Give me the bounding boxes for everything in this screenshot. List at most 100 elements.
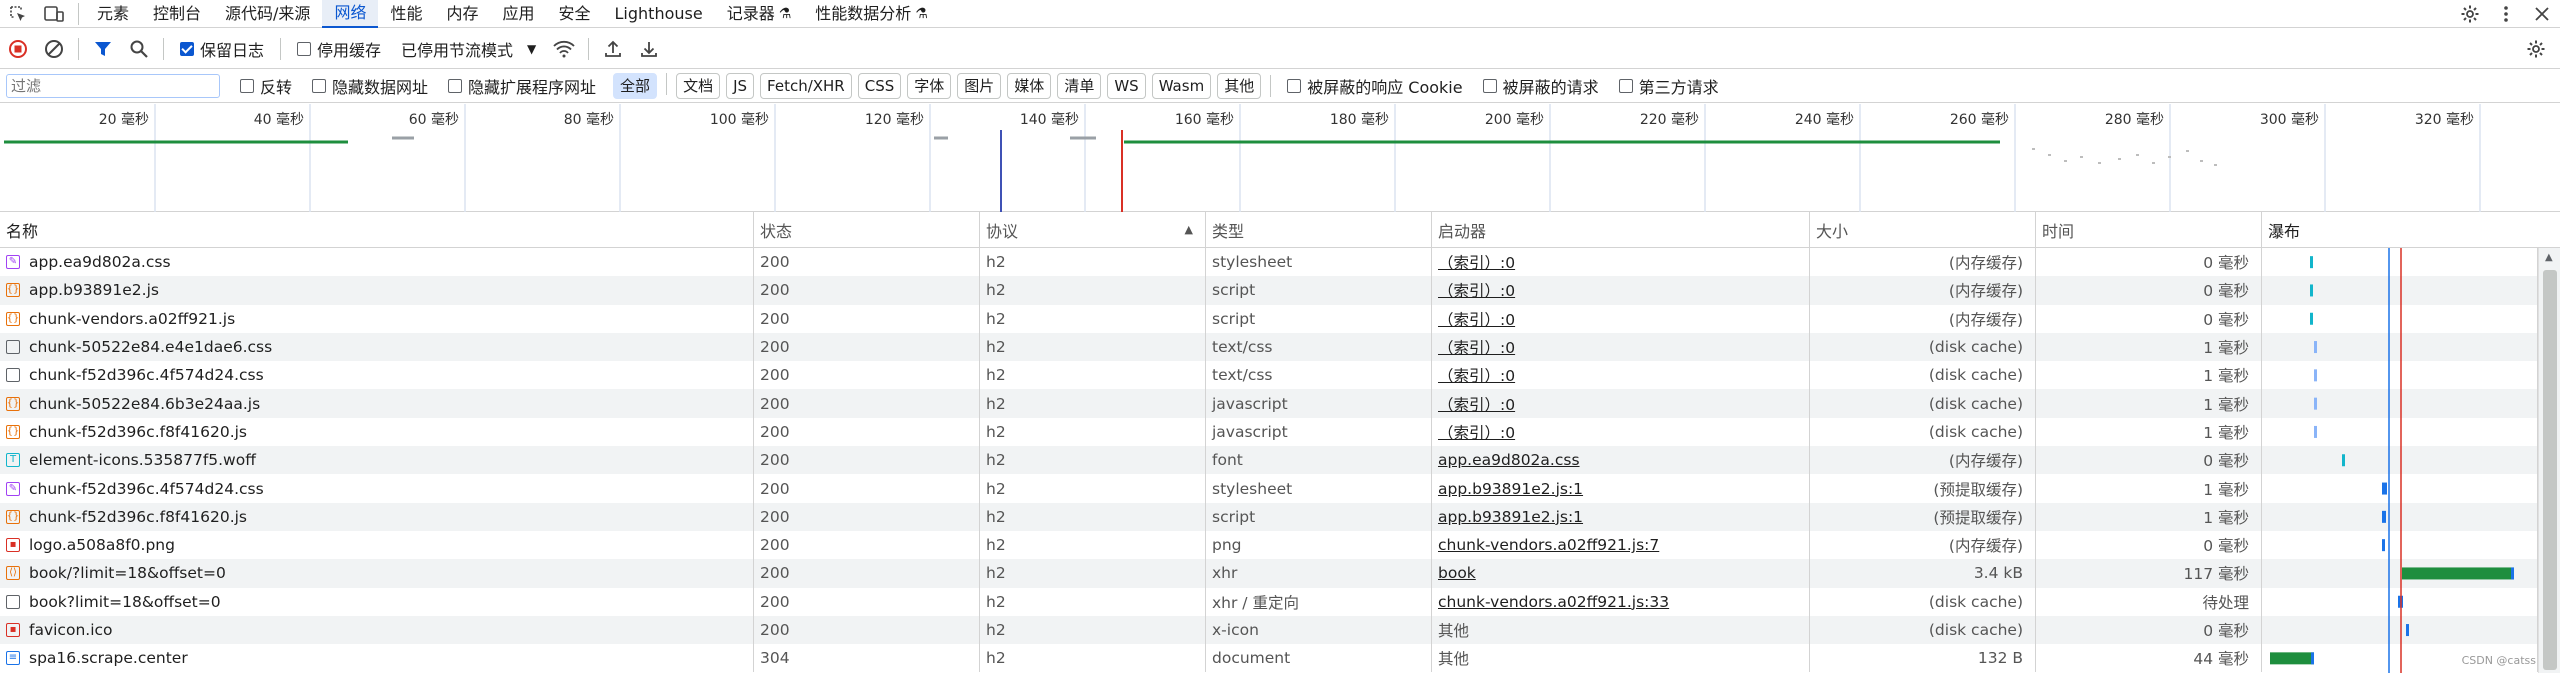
initiator-text[interactable]: book <box>1438 564 1476 582</box>
network-conditions-wifi-icon[interactable] <box>546 31 582 67</box>
type-filter-chip[interactable]: Fetch/XHR <box>760 72 852 99</box>
tab-0[interactable]: 元素 <box>85 0 141 28</box>
type-filter-chip[interactable]: 图片 <box>957 72 1002 99</box>
tab-1[interactable]: 控制台 <box>141 0 213 28</box>
cell-initiator[interactable]: app.b93891e2.js:1 <box>1432 474 1810 503</box>
cell-initiator[interactable]: （索引）:0 <box>1432 332 1810 362</box>
cell-initiator[interactable]: chunk-vendors.a02ff921.js:33 <box>1432 587 1810 616</box>
tab-6[interactable]: 应用 <box>490 0 546 28</box>
column-header-protocol[interactable]: 协议 ▲ <box>980 212 1206 247</box>
initiator-text[interactable]: app.b93891e2.js:1 <box>1438 508 1583 526</box>
column-header-initiator[interactable]: 启动器 <box>1432 212 1810 247</box>
hide-data-urls-checkbox[interactable]: 隐藏数据网址 <box>312 74 428 98</box>
tab-4[interactable]: 性能 <box>378 0 434 28</box>
type-filter-chip[interactable]: 文档 <box>676 72 721 99</box>
cell-initiator[interactable]: （索引）:0 <box>1432 361 1810 390</box>
invert-checkbox[interactable]: 反转 <box>240 74 292 98</box>
close-icon[interactable] <box>2524 0 2560 28</box>
tab-7[interactable]: 安全 <box>547 0 603 28</box>
clear-icon[interactable] <box>36 31 72 67</box>
cell-initiator[interactable]: （索引）:0 <box>1432 417 1810 447</box>
column-header-size[interactable]: 大小 <box>1810 212 2036 247</box>
table-row[interactable]: chunk-f52d396c.4f574d24.css 200 h2 text/css… <box>0 361 2538 390</box>
initiator-text[interactable]: app.b93891e2.js:1 <box>1438 480 1583 498</box>
disable-cache-checkbox[interactable]: 停用缓存 <box>297 37 381 61</box>
table-row[interactable]: ⟨⟩ book/?limit=18&offset=0 200 h2 xhr book 3.4… <box>0 559 2538 588</box>
initiator-text[interactable]: （索引）:0 <box>1438 421 1515 443</box>
initiator-text[interactable]: app.ea9d802a.css <box>1438 451 1580 469</box>
column-header-status[interactable]: 状态 <box>754 212 980 247</box>
cell-waterfall <box>2262 389 2538 418</box>
type-filter-chip[interactable]: JS <box>726 72 755 99</box>
tab-8[interactable]: Lighthouse <box>603 0 715 28</box>
table-row[interactable]: {} chunk-vendors.a02ff921.js 200 h2 script （索… <box>0 304 2538 333</box>
more-menu-icon[interactable] <box>2488 0 2524 28</box>
cell-initiator[interactable]: （索引）:0 <box>1432 276 1810 305</box>
cell-initiator[interactable]: chunk-vendors.a02ff921.js:7 <box>1432 530 1810 560</box>
cell-initiator[interactable]: （索引）:0 <box>1432 304 1810 333</box>
stop-recording-icon[interactable] <box>0 31 36 67</box>
type-filter-chip[interactable]: 字体 <box>907 72 952 99</box>
type-filter-chip[interactable]: WS <box>1107 72 1146 99</box>
cell-initiator[interactable]: book <box>1432 559 1810 588</box>
preserve-log-checkbox[interactable]: 保留日志 <box>180 37 264 61</box>
initiator-text[interactable]: （索引）:0 <box>1438 251 1515 273</box>
type-filter-chip[interactable]: 清单 <box>1057 72 1102 99</box>
blocked-cookies-checkbox[interactable]: 被屏蔽的响应 Cookie <box>1287 74 1463 98</box>
table-row[interactable]: {} chunk-f52d396c.f8f41620.js 200 h2 javascr… <box>0 417 2538 447</box>
search-icon[interactable] <box>121 31 157 67</box>
column-header-waterfall[interactable]: 瀑布 <box>2262 212 2538 247</box>
tab-3[interactable]: 网络 <box>322 0 379 28</box>
third-party-checkbox[interactable]: 第三方请求 <box>1618 74 1719 98</box>
column-header-time[interactable]: 时间 <box>2036 212 2262 247</box>
tab-2[interactable]: 源代码/来源 <box>213 0 322 28</box>
column-header-type[interactable]: 类型 <box>1206 212 1432 247</box>
type-filter-chip[interactable]: 全部 <box>613 72 658 99</box>
table-row[interactable]: {} chunk-50522e84.6b3e24aa.js 200 h2 javascr… <box>0 389 2538 418</box>
cell-initiator[interactable]: （索引）:0 <box>1432 389 1810 418</box>
cell-initiator[interactable]: （索引）:0 <box>1432 248 1810 277</box>
tab-5[interactable]: 内存 <box>434 0 490 28</box>
table-row[interactable]: book?limit=18&offset=0 200 h2 xhr / 重定向 chun… <box>0 587 2538 616</box>
initiator-text[interactable]: （索引）:0 <box>1438 364 1515 386</box>
filter-icon[interactable] <box>85 31 121 67</box>
table-row[interactable]: chunk-50522e84.e4e1dae6.css 200 h2 text/css… <box>0 332 2538 362</box>
settings-gear-icon[interactable] <box>2452 0 2488 28</box>
inspect-element-icon[interactable] <box>0 0 36 28</box>
scroll-up-arrow-icon[interactable]: ▲ <box>2545 252 2553 263</box>
import-har-upload-icon[interactable] <box>595 31 631 67</box>
device-toolbar-icon[interactable] <box>36 0 72 28</box>
table-row[interactable]: Telement-icons.535877f5.woff 200 h2 font app… <box>0 446 2538 475</box>
table-row[interactable]: ▪ logo.a508a8f0.png 200 h2 png chunk-vendors.… <box>0 530 2538 560</box>
type-filter-chip[interactable]: 媒体 <box>1007 72 1052 99</box>
table-row[interactable]: {} app.b93891e2.js 200 h2 script （索引）:0 (内存缓存)… <box>0 276 2538 305</box>
export-har-download-icon[interactable] <box>631 31 667 67</box>
timeline-overview[interactable]: 20 毫秒 40 毫秒 60 毫秒 80 毫秒 100 毫秒 120 毫秒 140 毫秒 16… <box>0 104 2560 212</box>
vertical-scrollbar[interactable]: ▲ <box>2538 248 2560 673</box>
table-row[interactable]: ▪ favicon.ico 200 h2 x-icon 其他 (disk cache) 0 毫… <box>0 615 2538 645</box>
initiator-text[interactable]: （索引）:0 <box>1438 279 1515 301</box>
filter-input[interactable] <box>6 73 220 98</box>
initiator-text[interactable]: （索引）:0 <box>1438 308 1515 330</box>
throttling-select[interactable]: 已停用节流模式 ▼ <box>401 37 536 61</box>
tab-9[interactable]: 记录器 ⚗ <box>715 0 804 28</box>
network-settings-gear-icon[interactable] <box>2518 31 2554 67</box>
table-row[interactable]: ≡ spa16.scrape.center 304 h2 document 其他 132 B… <box>0 644 2538 673</box>
tab-10[interactable]: 性能数据分析 ⚗ <box>803 0 940 28</box>
table-row[interactable]: ✎ chunk-f52d396c.4f574d24.css 200 h2 stylesh… <box>0 474 2538 503</box>
cell-initiator[interactable]: app.b93891e2.js:1 <box>1432 502 1810 531</box>
initiator-text[interactable]: chunk-vendors.a02ff921.js:33 <box>1438 593 1669 611</box>
blocked-requests-checkbox[interactable]: 被屏蔽的请求 <box>1482 74 1599 98</box>
table-row[interactable]: {} chunk-f52d396c.f8f41620.js 200 h2 script a… <box>0 502 2538 531</box>
type-filter-chip[interactable]: Wasm <box>1151 72 1212 99</box>
initiator-text[interactable]: （索引）:0 <box>1438 336 1515 358</box>
scrollbar-thumb[interactable] <box>2543 270 2557 670</box>
hide-extension-urls-checkbox[interactable]: 隐藏扩展程序网址 <box>448 74 596 98</box>
type-filter-chip[interactable]: 其他 <box>1217 72 1262 99</box>
initiator-text[interactable]: （索引）:0 <box>1438 393 1515 415</box>
type-filter-chip[interactable]: CSS <box>857 72 902 99</box>
initiator-text[interactable]: chunk-vendors.a02ff921.js:7 <box>1438 536 1659 554</box>
table-row[interactable]: ✎ app.ea9d802a.css 200 h2 stylesheet （索引）:0 (内… <box>0 248 2538 277</box>
cell-initiator[interactable]: app.ea9d802a.css <box>1432 446 1810 475</box>
column-header-name[interactable]: 名称 <box>0 212 754 247</box>
